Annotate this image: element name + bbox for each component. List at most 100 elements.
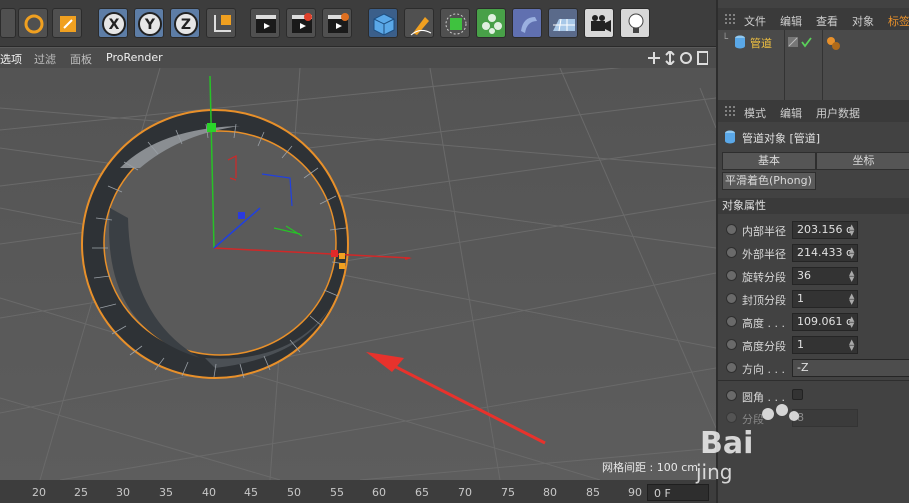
move-tool-button[interactable] [0,8,16,38]
3d-viewport[interactable]: 网格间距 : 100 cm [0,68,716,480]
rotate-view-icon[interactable] [680,52,692,64]
tab-basic[interactable]: 基本 [722,152,816,170]
y-axis-button[interactable]: Y [134,8,164,38]
deformer-button[interactable] [512,8,542,38]
object-item-pipe[interactable]: └ 管道 [722,34,784,50]
y-axis-handle[interactable] [207,123,216,132]
field-value: 203.156 c [797,223,853,236]
field-label: 内部半径 [742,225,786,238]
viewport-menu-bar: 选项 过滤 面板 ProRender [0,48,716,68]
fillet-checkbox[interactable] [792,389,803,400]
timeline-ruler[interactable]: 20 25 30 35 40 45 50 55 60 65 70 75 80 8… [0,480,716,503]
viewport-scene [0,68,716,480]
pipe-handle-orange-2[interactable] [339,263,345,269]
current-frame-value: 0 F [654,487,671,500]
rotation-segments-input[interactable]: 36 ▲ ▼ [792,267,858,285]
menu-tags[interactable]: 标签 [888,13,909,29]
cap-segments-input[interactable]: 1 ▲ ▼ [792,290,858,308]
render-view-button[interactable] [250,8,280,38]
viewport-menu-prorender[interactable]: ProRender [106,51,163,64]
spinner-icon[interactable]: ▲ ▼ [849,270,855,283]
spinner-icon[interactable]: ▲ ▼ [849,316,855,329]
grip-icon[interactable] [724,105,736,117]
animation-radio[interactable] [726,316,737,327]
viewport-menu-panel[interactable]: 面板 [70,51,92,67]
attribute-title: 管道对象 [管道] [722,128,907,146]
clapper-render-icon [292,13,312,33]
watermark-text: jing [696,460,733,484]
height-segments-input[interactable]: 1 ▲ ▼ [792,336,858,354]
viewport-nav-icons [648,51,708,65]
camera-button[interactable] [584,8,614,38]
z-axis-handle[interactable] [238,212,245,219]
outer-radius-input[interactable]: 214.433 c ▲ ▼ [792,244,858,262]
height-input[interactable]: 109.061 c ▲ ▼ [792,313,858,331]
animation-radio[interactable] [726,339,737,350]
grid-spacing-label: 网格间距 : 100 cm [602,461,698,474]
viewport-menu-options[interactable]: 选项 [0,51,22,67]
zoom-view-icon[interactable] [665,51,675,65]
render-settings-button[interactable] [322,8,352,38]
tab-coord[interactable]: 坐标 [816,152,909,170]
animation-radio[interactable] [726,293,737,304]
rotate-tool-button[interactable] [18,8,48,38]
menu-view[interactable]: 查看 [816,13,838,29]
animation-radio[interactable] [726,270,737,281]
animation-radio[interactable] [726,390,737,401]
tick-label: 30 [116,486,130,499]
camera-icon [591,15,611,32]
move-view-icon[interactable] [648,52,660,64]
pipe-handle-orange[interactable] [339,253,345,259]
light-button[interactable] [620,8,650,38]
grip-icon[interactable] [724,13,736,25]
menu-edit-attr[interactable]: 编辑 [780,105,802,121]
cloner-icon [482,14,502,34]
spinner-icon[interactable]: ▲ ▼ [849,339,855,352]
menu-edit[interactable]: 编辑 [780,13,802,29]
menu-mode[interactable]: 模式 [744,105,766,121]
inner-radius-input[interactable]: 203.156 c ▲ ▼ [792,221,858,239]
viewport-menu-filter[interactable]: 过滤 [34,51,56,67]
pipe-object-icon [725,130,735,144]
maximize-view-icon[interactable] [697,51,708,65]
animation-radio[interactable] [726,224,737,235]
section-object-properties: 对象属性 [718,198,909,214]
z-axis-button[interactable]: Z [170,8,200,38]
cube-button[interactable] [368,8,398,38]
tab-phong[interactable]: 平滑着色(Phong) [722,172,816,190]
x-axis-handle[interactable] [331,250,338,257]
object-name: 管道 [750,37,772,50]
rotate-icon [24,14,44,34]
orientation-dropdown[interactable]: -Z [792,359,909,377]
hierarchy-line: └ [722,34,729,45]
scale-tool-button[interactable] [52,8,82,38]
coordinate-system-button[interactable] [206,8,236,38]
render-picture-viewer-button[interactable] [286,8,316,38]
menu-object[interactable]: 对象 [852,13,874,29]
floor-button[interactable] [548,8,578,38]
pipe-object[interactable] [81,109,349,379]
x-axis-button[interactable]: X [98,8,128,38]
animation-radio[interactable] [726,412,737,423]
checkmark-icon[interactable] [801,37,812,48]
pen-tool-button[interactable] [404,8,434,38]
spinner-icon[interactable]: ▲ ▼ [849,293,855,306]
subdivision-button[interactable] [440,8,470,38]
field-label: 封顶分段 [742,294,786,307]
field-inner-radius: 内部半径 203.156 c ▲ ▼ [722,220,902,240]
spinner-icon[interactable]: ▲ ▼ [849,247,855,260]
spinner-icon[interactable]: ▲ ▼ [849,224,855,237]
field-value: 1 [797,338,804,351]
axis-y-label: Y [144,17,156,33]
array-button[interactable] [476,8,506,38]
watermark-paw-icon [762,404,799,421]
menu-user-data[interactable]: 用户数据 [816,105,860,121]
animation-radio[interactable] [726,247,737,258]
field-label: 方向 . . . [742,363,785,376]
fillet-segments-input[interactable]: 8 [792,409,858,427]
menu-file[interactable]: 文件 [744,13,766,29]
animation-radio[interactable] [726,362,737,373]
current-frame-field[interactable]: 0 F [647,484,709,501]
tick-label: 60 [372,486,386,499]
material-tag-icon[interactable] [826,36,840,50]
